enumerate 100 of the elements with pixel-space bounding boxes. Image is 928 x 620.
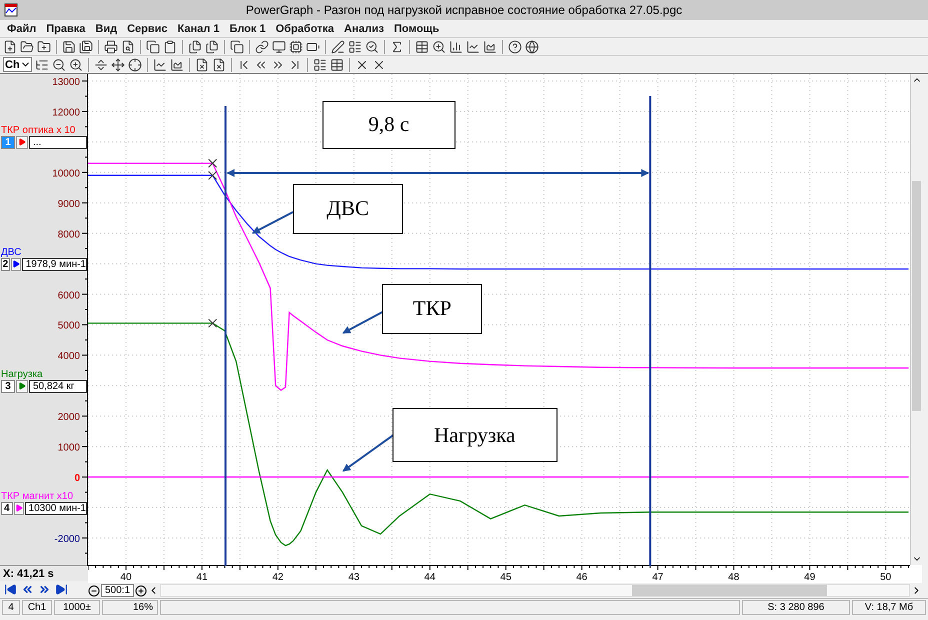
window-title: PowerGraph - Разгон под нагрузкой исправное состояние обработка 27.05.pgc [244,3,684,17]
status-field: 4 [2,600,20,615]
save-all-icon[interactable] [79,40,93,54]
channel-number[interactable]: 3 [1,380,15,393]
scale-field[interactable]: 500:1 [101,584,134,597]
chip-icon[interactable] [289,40,303,54]
file-search-icon[interactable] [121,40,135,54]
channel-value: 50,824 кг [29,380,87,393]
skip-forward-icon[interactable] [55,583,68,596]
pointer-arrow [252,211,294,234]
x-tick-label: 43 [348,572,360,583]
copy-icon[interactable] [146,40,160,54]
callout-label: 9,8 с [322,100,456,149]
channel-number[interactable]: 2 [1,258,10,271]
channel-name: Нагрузка [1,368,44,380]
menu-item[interactable]: Канал 1 [172,22,224,34]
globe-icon[interactable] [525,40,539,54]
line-chart-icon[interactable] [466,40,480,54]
x-tick-label: 50 [880,572,892,583]
y-tick-label: 13000 [52,77,80,88]
menu-item[interactable]: Сервис [122,22,173,34]
status-field: 1000± [54,600,100,615]
menu-item[interactable]: Анализ [339,22,389,34]
status-field: V: 18,7 Мб [852,600,926,615]
play-icon [12,260,20,268]
pointer-arrow [342,434,394,472]
clipboard-icon[interactable] [163,40,177,54]
zoom-in-icon[interactable] [68,58,83,72]
play-icon [18,382,26,390]
sigma-icon[interactable] [390,40,404,54]
channel-dropdown[interactable]: Ch [3,57,32,72]
cross-mark [208,318,218,328]
menu-item[interactable]: Обработка [270,22,340,34]
cross-mark [208,158,218,168]
x-tick-label: 44 [424,572,436,583]
cursor-readout: X: 41,21 s [0,565,88,581]
move-icon[interactable] [110,58,125,72]
y-tick-label: 1000 [58,442,80,454]
link-icon[interactable] [255,40,269,54]
zoom-in-icon[interactable] [135,584,148,596]
monitor-icon[interactable] [272,40,286,54]
save-icon[interactable] [62,40,76,54]
table-icon[interactable] [330,58,344,72]
file-x-icon[interactable] [194,58,209,72]
channel-name: ТКР оптика x 10 [1,124,76,136]
menu-item[interactable]: Файл [2,22,42,34]
y-tick-label: 2000 [58,412,80,424]
y-tick-label: 12000 [52,107,80,118]
fast-forward-icon[interactable] [38,583,51,596]
cross-mark [208,170,218,180]
channel-number[interactable]: 4 [1,502,13,514]
status-field: Ch1 [22,600,52,615]
menu-item[interactable]: Блок 1 [224,22,271,34]
table-icon[interactable] [415,40,429,54]
menu-item[interactable]: Правка [41,22,90,34]
crosshair-icon[interactable] [128,58,142,72]
x-tick-label: 41 [196,572,208,583]
printer-icon[interactable] [104,40,118,54]
y-tick-label: 8000 [58,229,80,240]
copy-icon[interactable] [230,40,244,54]
new-file-icon[interactable] [3,40,17,54]
x-tick-label: 45 [500,572,512,583]
y-tick-label: 0 [74,473,80,484]
files-icon[interactable] [205,40,219,54]
area-chart-icon[interactable] [483,40,497,54]
y-tick-label: 9000 [58,198,80,210]
rewind-icon[interactable] [21,583,34,596]
x-tick-label: 47 [652,572,664,583]
skip-back-icon[interactable] [4,583,17,596]
file-x-icon[interactable] [212,58,226,72]
pen-icon[interactable] [331,40,345,54]
zoom-out-icon[interactable] [52,58,66,72]
y-tick-label: 4000 [58,351,80,362]
search-check-icon[interactable] [365,40,379,54]
horizontal-scrollbar[interactable] [160,584,910,597]
files-icon[interactable] [188,40,202,54]
channel-value: 1978,9 мин-1 [22,258,87,271]
zoom-out-icon[interactable] [88,584,100,596]
menu-item[interactable]: Вид [90,22,122,34]
line-chart-icon[interactable] [152,58,167,72]
split-icon[interactable] [94,58,108,72]
menu-item[interactable]: Помощь [388,22,444,34]
zoom-in-icon[interactable] [432,40,446,54]
list-icon[interactable] [312,58,327,72]
help-icon[interactable] [508,40,522,54]
bar-chart-icon[interactable] [449,40,463,54]
list-icon[interactable] [348,40,362,54]
play-icon [14,504,23,512]
y-tick-label: 6000 [58,290,80,302]
play-button[interactable] [16,380,28,393]
area-chart-icon[interactable] [170,58,184,72]
vertical-scrollbar[interactable] [910,74,922,565]
folder-plus-icon[interactable] [37,40,51,54]
play-button[interactable] [16,136,28,149]
cursor-line[interactable] [649,96,652,566]
play-button[interactable] [10,258,21,271]
folder-icon[interactable] [20,40,34,54]
list-tree-icon[interactable] [34,58,49,72]
channel-value: ... [29,136,87,149]
x-tick-label: 46 [576,572,588,583]
